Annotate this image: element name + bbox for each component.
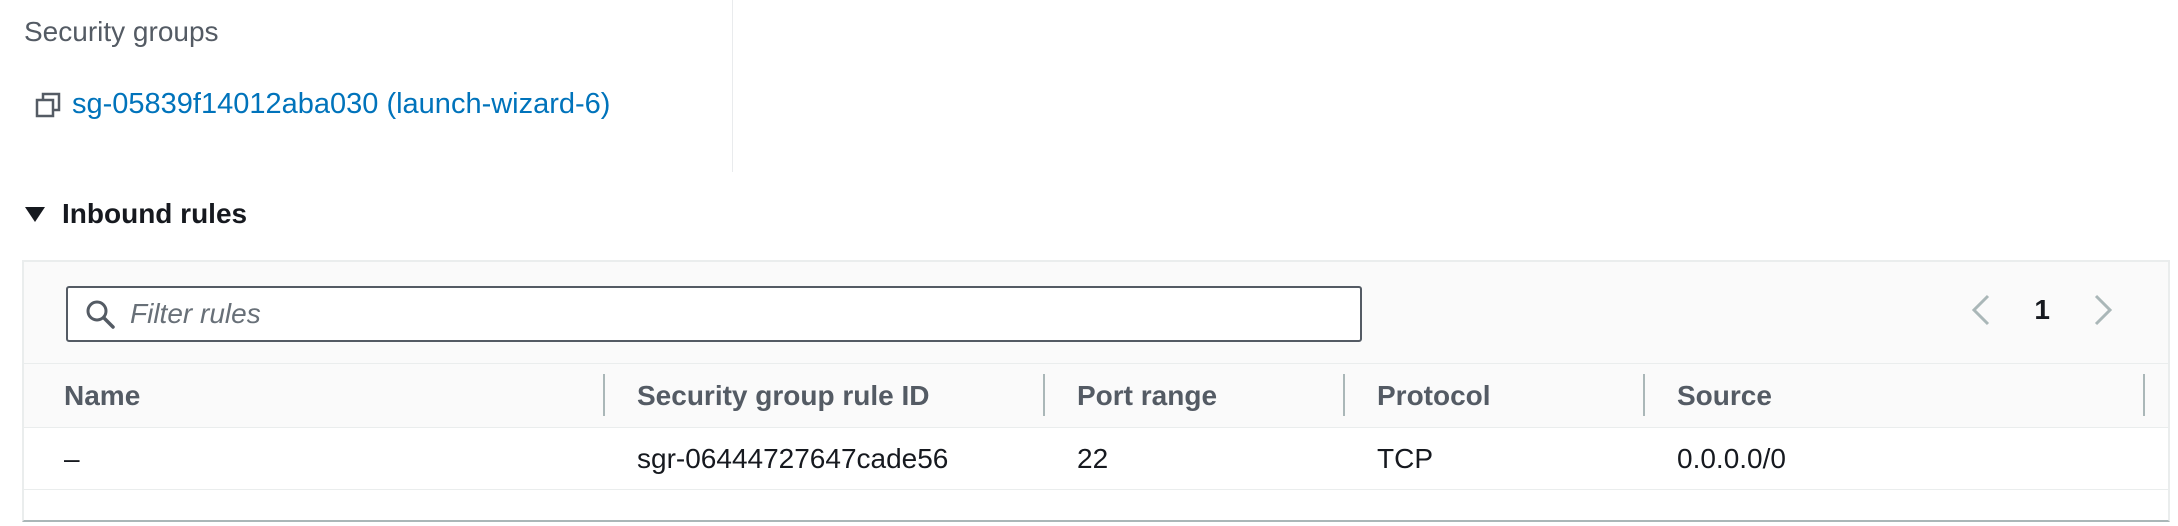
column-resizer[interactable] (1343, 374, 1345, 416)
column-resizer[interactable] (1043, 374, 1045, 416)
column-resizer[interactable] (1643, 374, 1645, 416)
column-header-rule-id[interactable]: Security group rule ID (637, 364, 930, 428)
chevron-right-icon[interactable] (2088, 290, 2118, 330)
filter-rules-input[interactable] (130, 298, 1330, 330)
security-group-link[interactable]: sg-05839f14012aba030 (launch-wizard-6) (72, 88, 610, 121)
table-row: – sgr-06444727647cade56 22 TCP 0.0.0.0/0 (24, 428, 2168, 490)
security-groups-section: Security groups sg-05839f14012aba030 (la… (0, 0, 733, 172)
security-groups-label: Security groups (24, 16, 219, 47)
inbound-rules-table: 1 Name Security group rule ID Port range… (22, 260, 2170, 522)
filter-rules-box[interactable] (66, 286, 1362, 342)
cell-protocol: TCP (1377, 443, 1433, 474)
column-header-name[interactable]: Name (64, 364, 140, 428)
column-header-source[interactable]: Source (1677, 364, 1772, 428)
column-resizer[interactable] (603, 374, 605, 416)
table-toolbar: 1 (24, 262, 2168, 364)
cell-source: 0.0.0.0/0 (1677, 443, 1786, 474)
chevron-left-icon[interactable] (1966, 290, 1996, 330)
column-header-port-range[interactable]: Port range (1077, 364, 1217, 428)
copy-icon[interactable] (34, 91, 62, 119)
current-page-number[interactable]: 1 (2034, 294, 2050, 326)
pagination: 1 (1966, 290, 2118, 330)
cell-port-range: 22 (1077, 443, 1109, 474)
column-resizer[interactable] (2143, 374, 2145, 416)
security-group-item: sg-05839f14012aba030 (launch-wizard-6) (34, 88, 610, 121)
column-header-protocol[interactable]: Protocol (1377, 364, 1491, 428)
cell-name: – (64, 443, 80, 474)
search-icon (86, 300, 115, 329)
caret-down-icon (25, 207, 45, 222)
table-header: Name Security group rule ID Port range P… (24, 364, 2168, 428)
cell-rule-id: sgr-06444727647cade56 (637, 443, 949, 474)
inbound-rules-expander[interactable]: Inbound rules (24, 198, 247, 230)
inbound-rules-title: Inbound rules (62, 198, 248, 229)
